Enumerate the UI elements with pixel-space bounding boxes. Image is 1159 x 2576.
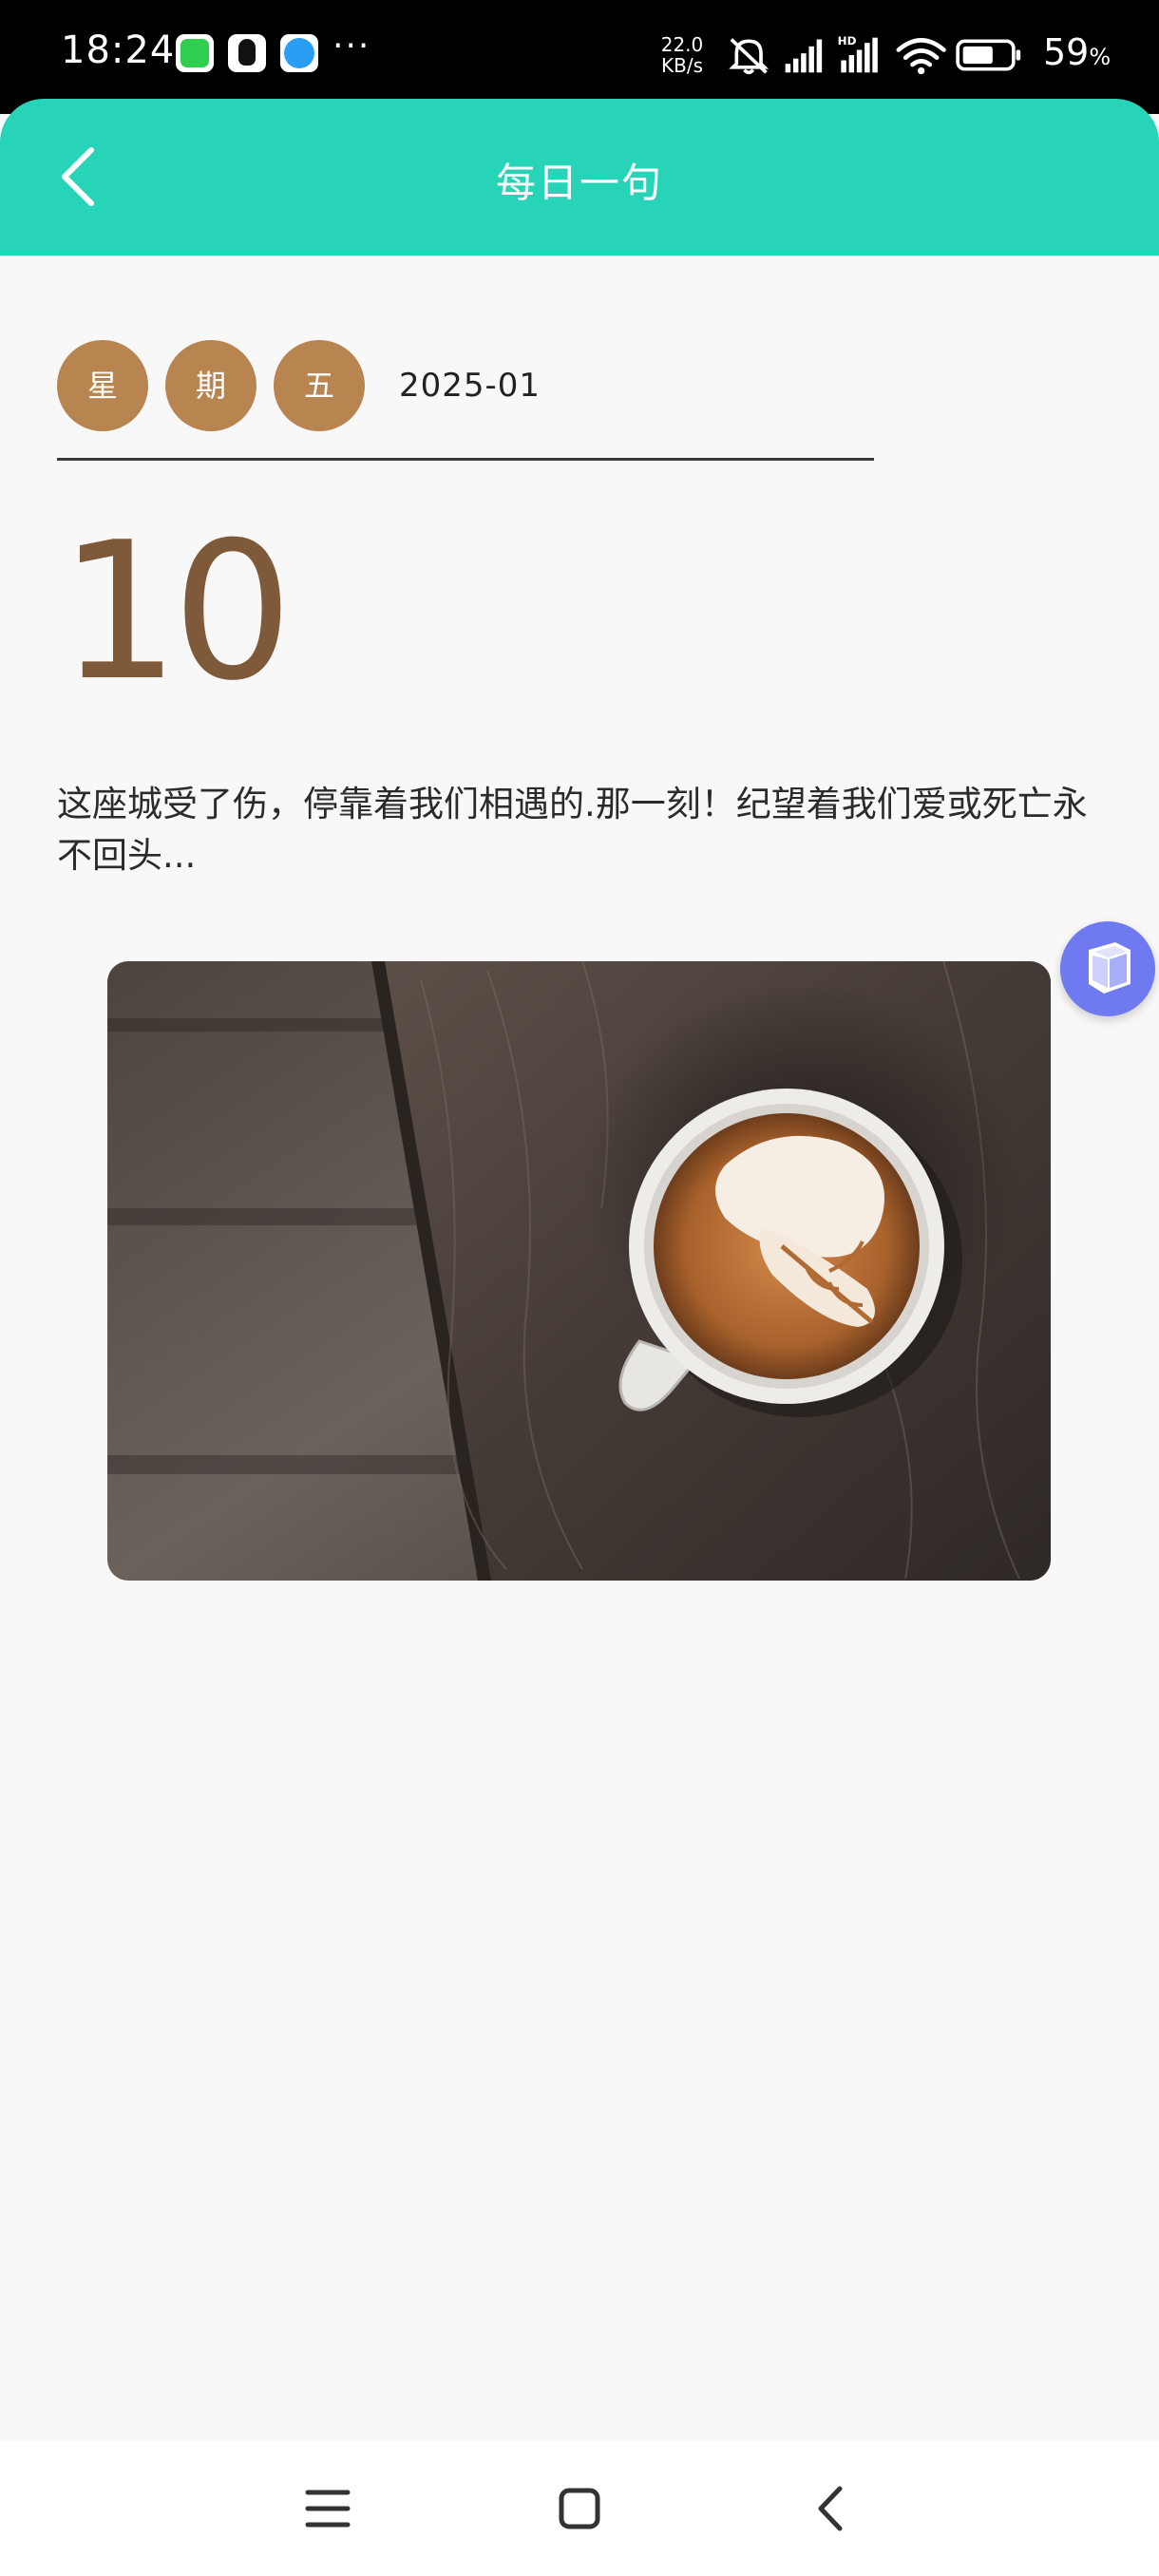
cube-icon <box>1089 942 1130 994</box>
status-icons: HD <box>729 34 1021 75</box>
battery-icon <box>956 39 1021 71</box>
floating-assistant-button[interactable] <box>1060 921 1155 1016</box>
screen: 18:24 ··· 22.0 KB/s HD 59% 每日一句 星 期 五 20… <box>0 0 1159 2576</box>
home-button[interactable] <box>546 2475 613 2542</box>
date-divider <box>57 458 874 461</box>
status-time: 18:24 <box>61 28 176 72</box>
messages-app-icon <box>176 34 214 72</box>
back-icon <box>818 2486 843 2531</box>
system-nav-bar <box>0 2441 1159 2576</box>
page-title: 每日一句 <box>495 160 663 206</box>
network-speed-unit: KB/s <box>661 54 703 77</box>
menu-icon <box>305 2490 351 2528</box>
browser-app-icon <box>280 34 318 72</box>
menu-button[interactable] <box>294 2475 361 2542</box>
network-speed-value: 22.0 <box>660 33 704 56</box>
app-header: 每日一句 <box>0 99 1159 256</box>
home-icon <box>559 2488 600 2529</box>
weekday-char-3: 五 <box>274 340 365 431</box>
day-number: 10 <box>59 502 293 723</box>
mute-bell-icon <box>729 38 770 75</box>
weekday-char-1: 星 <box>57 340 148 431</box>
coffee-photo <box>107 961 1051 1581</box>
signal-hd-icon: HD <box>838 34 878 73</box>
battery-percent-unit: % <box>1089 44 1112 70</box>
status-bar: 18:24 ··· 22.0 KB/s HD 59% <box>0 0 1159 114</box>
more-notifications-icon: ··· <box>332 27 371 66</box>
wifi-icon <box>896 38 946 67</box>
network-speed: 22.0 KB/s <box>656 34 709 76</box>
daily-quote: 这座城受了伤，停靠着我们相遇的.那一刻！纪望着我们爱或死亡永不回头... <box>57 784 1088 876</box>
weekday-char-2: 期 <box>165 340 256 431</box>
qq-app-icon <box>228 34 266 72</box>
nav-back-button[interactable] <box>798 2475 864 2542</box>
year-month: 2025-01 <box>399 367 542 405</box>
hd-label: HD <box>838 34 857 47</box>
battery-percent-value: 59 <box>1043 31 1090 73</box>
signal-strength-icon <box>785 39 823 73</box>
battery-percent: 59% <box>1043 31 1111 73</box>
